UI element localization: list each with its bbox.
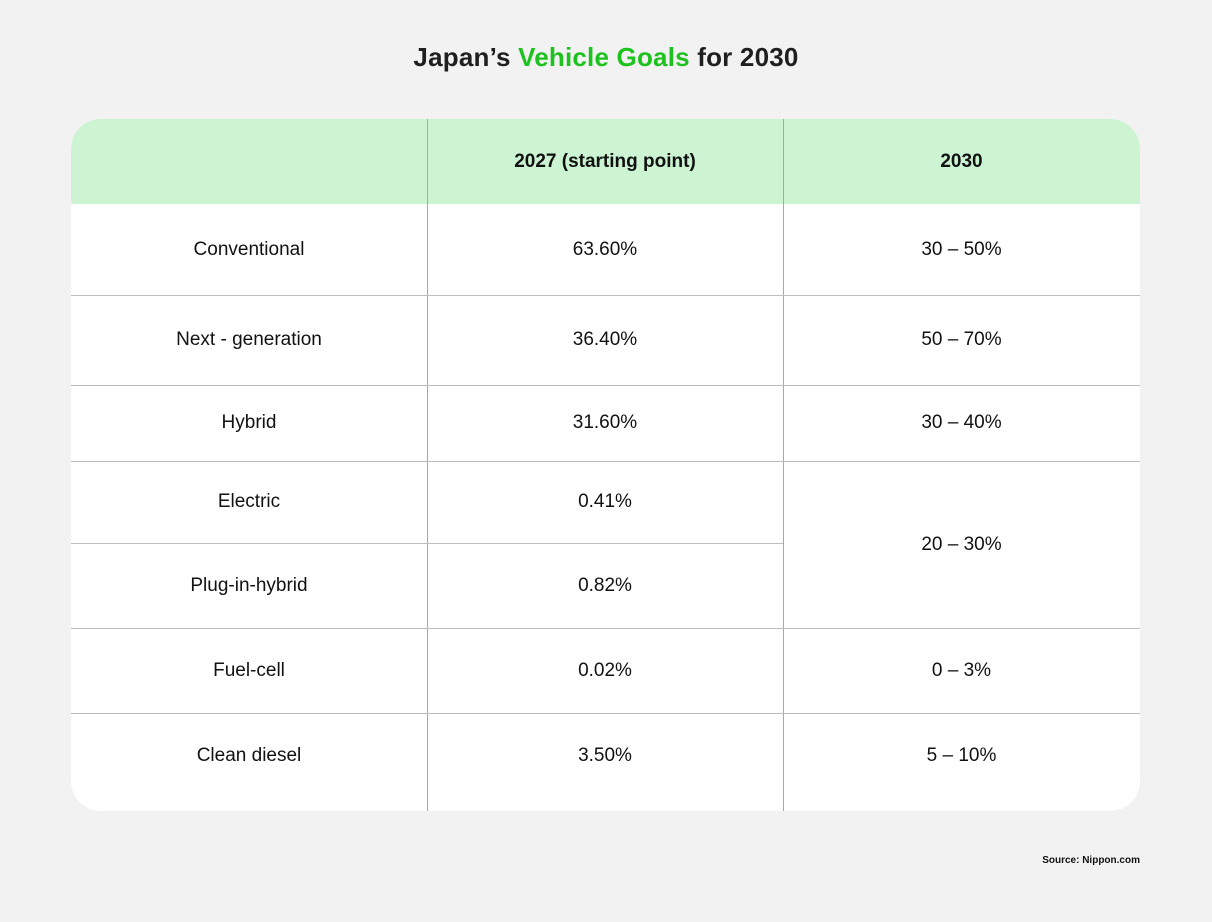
title-prefix: Japan’s bbox=[413, 42, 519, 72]
goal-2030-cell: 0 – 3% bbox=[931, 659, 992, 681]
table-header-row: 2027 (starting point) 2030 bbox=[71, 119, 1140, 204]
goal-2030-merged-cell: 20 – 30% bbox=[921, 533, 1002, 555]
row-divider bbox=[71, 713, 1140, 714]
category-cell: Electric bbox=[217, 491, 281, 512]
category-cell: Conventional bbox=[193, 238, 305, 260]
category-cell: Plug-in-hybrid bbox=[190, 574, 308, 596]
value-2027-cell: 36.40% bbox=[572, 329, 638, 350]
title-suffix: for 2030 bbox=[689, 42, 799, 72]
column-divider bbox=[427, 119, 428, 811]
row-divider bbox=[71, 295, 1140, 296]
value-2027-cell: 63.60% bbox=[572, 238, 638, 260]
value-2027-cell: 31.60% bbox=[572, 412, 638, 433]
goal-2030-cell: 5 – 10% bbox=[926, 745, 997, 766]
vehicle-goals-table: 2027 (starting point) 2030 Conventional … bbox=[71, 119, 1140, 811]
header-cell-category bbox=[71, 119, 427, 204]
row-divider bbox=[71, 543, 783, 544]
row-divider bbox=[71, 385, 1140, 386]
goal-2030-cell: 30 – 50% bbox=[921, 238, 1002, 260]
goal-2030-cell: 30 – 40% bbox=[921, 412, 1002, 433]
row-divider bbox=[71, 628, 1140, 629]
page-title: Japan’s Vehicle Goals for 2030 bbox=[0, 42, 1212, 73]
value-2027-cell: 3.50% bbox=[578, 745, 632, 766]
category-cell: Fuel-cell bbox=[213, 659, 285, 681]
category-cell: Clean diesel bbox=[196, 745, 302, 766]
category-cell: Hybrid bbox=[221, 412, 277, 433]
source-note: Source: Nippon.com bbox=[1042, 855, 1140, 866]
header-cell-2027: 2027 (starting point) bbox=[514, 150, 696, 172]
row-divider bbox=[71, 461, 1140, 462]
goal-2030-cell: 50 – 70% bbox=[921, 329, 1002, 350]
value-2027-cell: 0.82% bbox=[578, 574, 632, 596]
category-cell: Next - generation bbox=[176, 329, 322, 350]
value-2027-cell: 0.02% bbox=[578, 659, 632, 681]
column-divider bbox=[783, 119, 784, 811]
title-highlight: Vehicle Goals bbox=[518, 42, 690, 72]
header-cell-2030: 2030 bbox=[940, 150, 983, 172]
value-2027-cell: 0.41% bbox=[578, 491, 632, 512]
